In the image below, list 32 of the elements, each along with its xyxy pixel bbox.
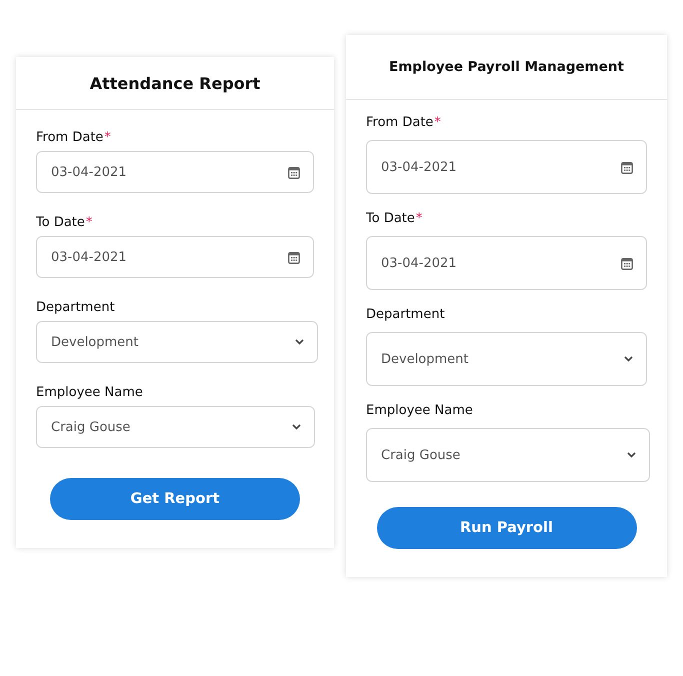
field-label: From Date xyxy=(366,114,434,130)
date-field[interactable]: 03-04-2021 xyxy=(366,236,647,290)
required-mark: * xyxy=(104,130,111,144)
chevron-down-icon xyxy=(295,339,304,345)
date-field[interactable]: 03-04-2021 xyxy=(36,151,314,193)
chevron-down-icon xyxy=(627,452,636,458)
chevron-down-icon xyxy=(292,424,301,430)
dropdown-field[interactable]: Craig Gouse xyxy=(36,406,315,448)
calendar-icon xyxy=(621,256,633,270)
field-label: To Date xyxy=(36,214,85,230)
form-title: Employee Payroll Management xyxy=(389,59,624,75)
submit-button[interactable]: Get Report xyxy=(50,478,300,520)
required-mark: * xyxy=(416,210,422,226)
form-title: Attendance Report xyxy=(90,74,260,92)
calendar-icon xyxy=(621,160,633,174)
required-mark: * xyxy=(86,214,92,230)
date-field[interactable]: 03-04-2021 xyxy=(36,236,314,278)
field-label: Department xyxy=(36,300,115,314)
dropdown-field[interactable]: Craig Gouse xyxy=(366,428,650,482)
chevron-down-icon xyxy=(624,356,633,362)
field-label: Employee Name xyxy=(36,384,143,400)
field-label: Department xyxy=(366,306,445,322)
field-label: To Date xyxy=(366,210,415,226)
field-label: Employee Name xyxy=(366,402,473,418)
field-label: From Date xyxy=(36,130,104,144)
dropdown-field[interactable]: Development xyxy=(36,321,318,363)
calendar-icon xyxy=(288,166,300,178)
required-mark: * xyxy=(434,114,441,130)
date-field[interactable]: 03-04-2021 xyxy=(366,140,647,194)
submit-button[interactable]: Run Payroll xyxy=(376,507,636,549)
dropdown-field[interactable]: Development xyxy=(366,332,647,386)
calendar-icon xyxy=(288,250,300,264)
